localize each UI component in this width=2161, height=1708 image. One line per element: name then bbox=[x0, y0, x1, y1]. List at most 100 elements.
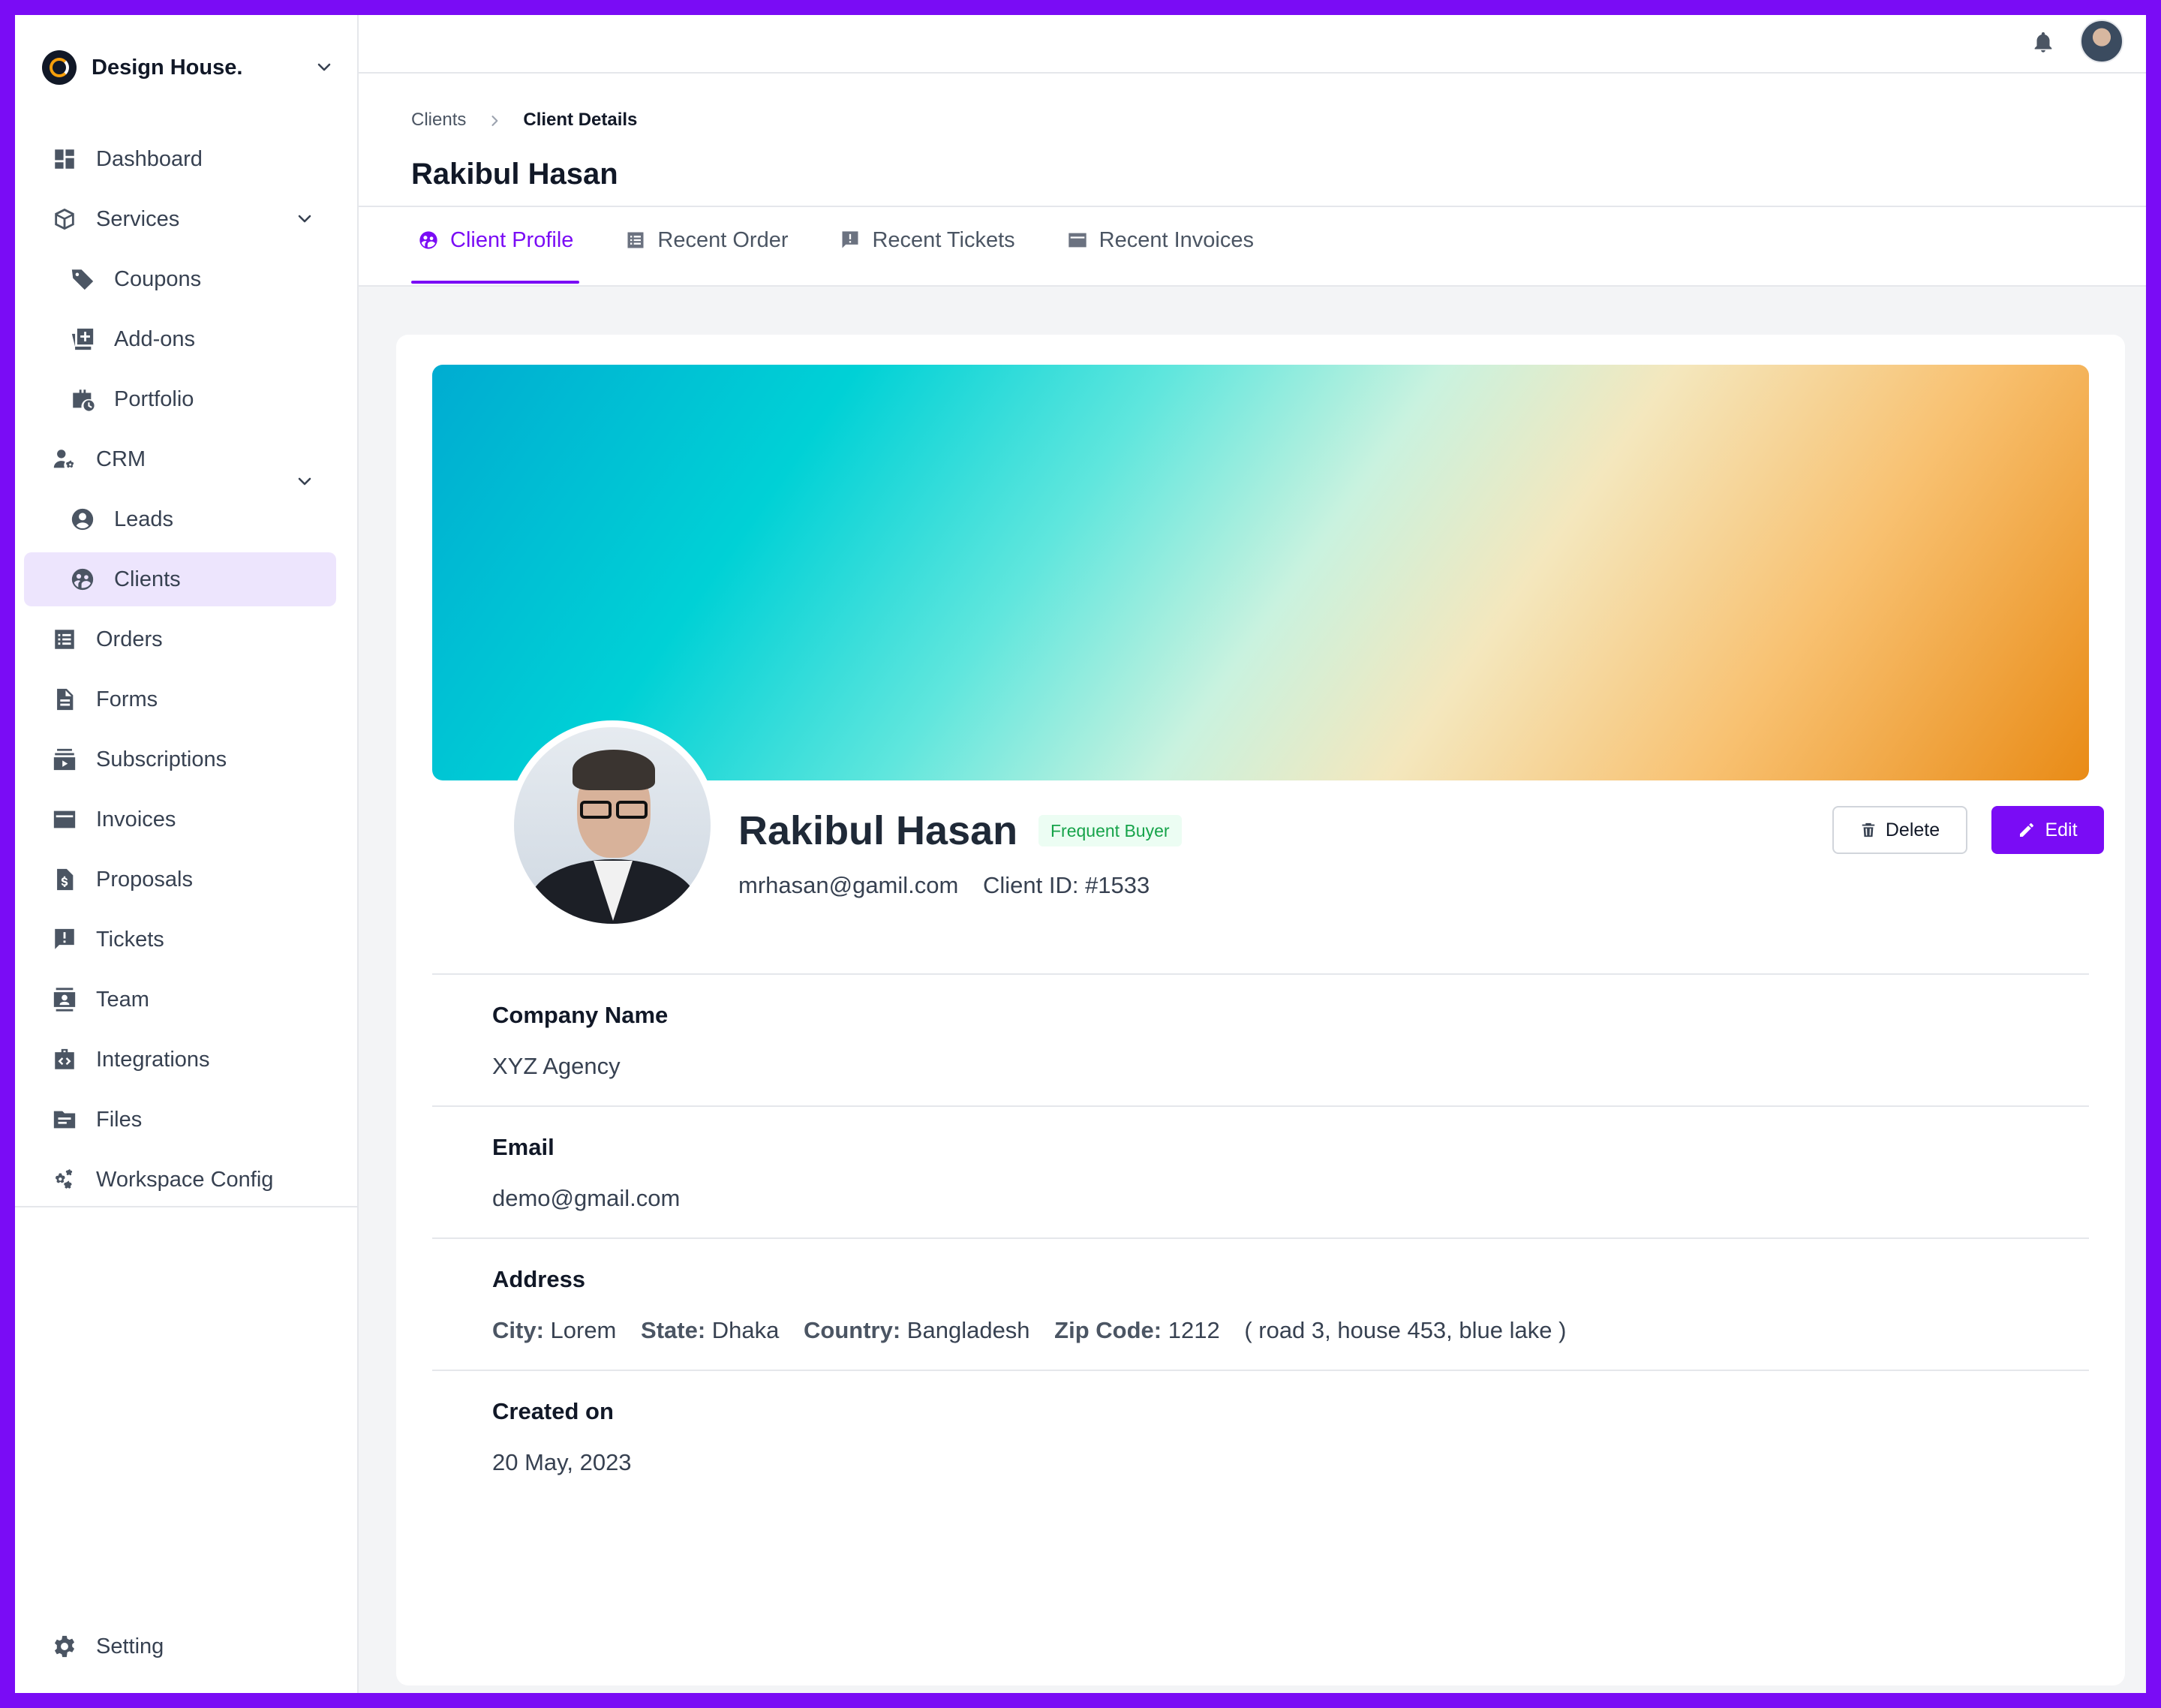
address-country-label: Country: bbox=[804, 1317, 901, 1343]
tab-client-profile[interactable]: Client Profile bbox=[411, 207, 580, 284]
sidebar-item-label: Integrations bbox=[96, 1047, 210, 1072]
sidebar-item-label: Portfolio bbox=[114, 386, 194, 411]
cover-banner bbox=[432, 365, 2089, 780]
sidebar-item-label: Clients bbox=[114, 567, 181, 591]
tag-icon bbox=[69, 266, 96, 293]
sidebar-item-label: Setting bbox=[96, 1634, 164, 1658]
chat-alert-icon bbox=[839, 229, 861, 251]
tab-label: Recent Tickets bbox=[872, 227, 1015, 252]
chevron-down-icon bbox=[294, 209, 315, 230]
sidebar-item-integrations[interactable]: Integrations bbox=[24, 1033, 336, 1087]
subscriptions-icon bbox=[51, 746, 78, 773]
sidebar-item-files[interactable]: Files bbox=[24, 1093, 336, 1147]
tab-label: Recent Invoices bbox=[1099, 227, 1254, 252]
sidebar-item-invoices[interactable]: Invoices bbox=[24, 792, 336, 846]
chevron-down-icon bbox=[314, 57, 335, 78]
detail-value: demo@gmail.com bbox=[492, 1185, 681, 1211]
sidebar-item-label: Subscriptions bbox=[96, 747, 227, 771]
detail-heading: Address bbox=[492, 1266, 586, 1292]
detail-value: XYZ Agency bbox=[492, 1053, 621, 1079]
delete-label: Delete bbox=[1885, 819, 1940, 840]
address-street: ( road 3, house 453, blue lake ) bbox=[1244, 1317, 1567, 1343]
sidebar-item-label: Forms bbox=[96, 687, 158, 711]
detail-row-company: Company Name XYZ Agency bbox=[432, 973, 2089, 1106]
sidebar-item-label: Tickets bbox=[96, 927, 164, 952]
address-city: Lorem bbox=[550, 1317, 617, 1343]
sidebar-item-clients[interactable]: Clients bbox=[24, 552, 336, 606]
edit-label: Edit bbox=[2045, 819, 2078, 840]
workspace-switcher[interactable]: Design House. bbox=[42, 39, 335, 96]
brand-logo bbox=[42, 50, 77, 85]
client-email: mrhasan@gamil.com bbox=[738, 872, 959, 898]
dashboard-icon bbox=[51, 146, 78, 173]
tab-recent-invoices[interactable]: Recent Invoices bbox=[1060, 207, 1260, 273]
dollar-document-icon bbox=[51, 866, 78, 893]
sidebar-item-services[interactable]: Services bbox=[24, 192, 336, 246]
sidebar-item-workspace-config[interactable]: Workspace Config bbox=[24, 1153, 336, 1207]
address-country: Bangladesh bbox=[906, 1317, 1030, 1343]
detail-row-address: Address City: Lorem State: Dhaka Country… bbox=[432, 1237, 2089, 1370]
sidebar-item-team[interactable]: Team bbox=[24, 973, 336, 1027]
detail-heading: Created on bbox=[492, 1398, 614, 1424]
cube-icon bbox=[51, 206, 78, 233]
sidebar-item-crm[interactable]: CRM bbox=[24, 432, 336, 486]
detail-value: 20 May, 2023 bbox=[492, 1449, 632, 1475]
trash-icon bbox=[1862, 822, 1875, 837]
sidebar-item-coupons[interactable]: Coupons bbox=[24, 252, 336, 306]
sidebar-item-forms[interactable]: Forms bbox=[24, 672, 336, 726]
sidebar-item-orders[interactable]: Orders bbox=[24, 612, 336, 666]
users-circle-icon bbox=[417, 229, 440, 251]
sidebar: Design House. Dashboard Services Coupons bbox=[15, 15, 359, 1693]
address-state-label: State: bbox=[641, 1317, 706, 1343]
contact-icon bbox=[51, 986, 78, 1013]
sidebar-item-label: Coupons bbox=[114, 266, 202, 291]
users-circle-icon bbox=[69, 566, 96, 593]
chat-alert-icon bbox=[51, 926, 78, 953]
edit-button[interactable]: Edit bbox=[1991, 806, 2104, 854]
detail-row-created: Created on 20 May, 2023 bbox=[432, 1370, 2089, 1502]
topbar bbox=[359, 15, 2146, 74]
profile-photo-image bbox=[514, 727, 711, 924]
credit-card-icon bbox=[51, 806, 78, 833]
address-city-label: City: bbox=[492, 1317, 544, 1343]
sidebar-item-leads[interactable]: Leads bbox=[24, 492, 336, 546]
sidebar-item-add-ons[interactable]: Add-ons bbox=[24, 312, 336, 366]
detail-heading: Email bbox=[492, 1134, 555, 1160]
tab-recent-tickets[interactable]: Recent Tickets bbox=[833, 207, 1020, 273]
user-avatar[interactable] bbox=[2080, 20, 2123, 63]
sidebar-divider bbox=[15, 1206, 359, 1207]
tab-recent-order[interactable]: Recent Order bbox=[618, 207, 794, 273]
folder-icon bbox=[51, 1106, 78, 1133]
delete-button[interactable]: Delete bbox=[1832, 806, 1967, 854]
client-meta: mrhasan@gamil.com Client ID: #1533 bbox=[738, 872, 1168, 899]
app-frame: Design House. Dashboard Services Coupons bbox=[15, 15, 2146, 1693]
breadcrumb-link-clients[interactable]: Clients bbox=[411, 110, 466, 131]
briefcase-icon bbox=[69, 386, 96, 413]
sidebar-item-label: Workspace Config bbox=[96, 1167, 274, 1192]
user-gear-icon bbox=[51, 446, 78, 473]
sidebar-item-label: Team bbox=[96, 987, 149, 1012]
chevron-right-icon bbox=[487, 113, 502, 128]
sidebar-item-label: Orders bbox=[96, 627, 163, 651]
sidebar-item-proposals[interactable]: Proposals bbox=[24, 852, 336, 907]
sidebar-item-label: Leads bbox=[114, 507, 174, 531]
profile-photo bbox=[507, 720, 717, 931]
gears-icon bbox=[51, 1166, 78, 1193]
sidebar-item-subscriptions[interactable]: Subscriptions bbox=[24, 732, 336, 786]
tab-label: Client Profile bbox=[450, 227, 574, 252]
bell-icon[interactable] bbox=[2024, 24, 2062, 62]
list-icon bbox=[51, 626, 78, 653]
sidebar-item-portfolio[interactable]: Portfolio bbox=[24, 372, 336, 426]
pencil-icon bbox=[2020, 823, 2034, 837]
code-bag-icon bbox=[51, 1046, 78, 1073]
sidebar-item-label: Add-ons bbox=[114, 326, 196, 351]
client-id: Client ID: #1533 bbox=[982, 872, 1150, 898]
address-value: City: Lorem State: Dhaka Country: Bangla… bbox=[492, 1317, 1584, 1344]
sidebar-item-dashboard[interactable]: Dashboard bbox=[24, 132, 336, 186]
sidebar-item-tickets[interactable]: Tickets bbox=[24, 913, 336, 967]
sidebar-item-label: Proposals bbox=[96, 867, 193, 892]
sidebar-item-setting[interactable]: Setting bbox=[24, 1619, 336, 1673]
status-badge: Frequent Buyer bbox=[1038, 815, 1182, 846]
client-name: Rakibul Hasan bbox=[738, 808, 1018, 853]
sidebar-item-label: Files bbox=[96, 1107, 143, 1132]
